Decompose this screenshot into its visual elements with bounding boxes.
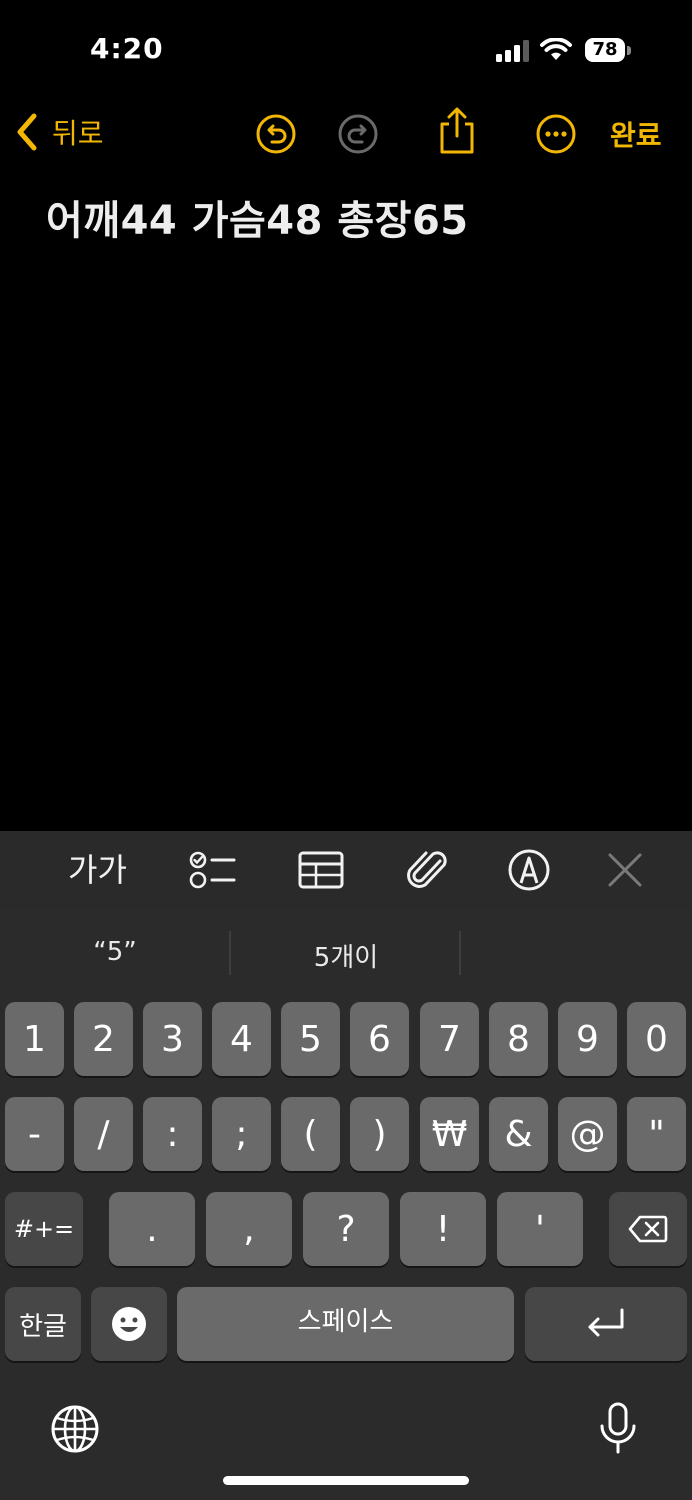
note-body-text[interactable]: 어깨44 가슴48 총장65 xyxy=(46,188,469,246)
key-slash[interactable]: / xyxy=(74,1097,133,1171)
key-at[interactable]: @ xyxy=(558,1097,617,1171)
key-apostrophe[interactable]: ' xyxy=(497,1192,583,1266)
emoji-key[interactable] xyxy=(91,1287,167,1361)
attachment-icon[interactable] xyxy=(404,847,450,893)
key-0[interactable]: 0 xyxy=(627,1002,686,1076)
more-icon[interactable] xyxy=(534,112,578,156)
backspace-key[interactable] xyxy=(609,1192,687,1266)
done-button[interactable]: 완료 xyxy=(610,114,662,154)
key-5[interactable]: 5 xyxy=(281,1002,340,1076)
prediction-2[interactable]: 5개이 xyxy=(231,937,461,974)
emoji-icon xyxy=(112,1307,146,1341)
key-comma[interactable]: , xyxy=(206,1192,292,1266)
backspace-icon xyxy=(628,1215,668,1243)
key-3[interactable]: 3 xyxy=(143,1002,202,1076)
key-colon[interactable]: : xyxy=(143,1097,202,1171)
language-key[interactable]: 한글 xyxy=(5,1287,81,1361)
key-symbols-toggle[interactable]: #+= xyxy=(5,1192,83,1266)
key-period[interactable]: . xyxy=(109,1192,195,1266)
back-label: 뒤로 xyxy=(52,117,104,150)
redo-icon[interactable] xyxy=(336,112,380,156)
back-button[interactable]: 뒤로 xyxy=(14,112,104,152)
return-key[interactable] xyxy=(525,1287,687,1361)
table-icon[interactable] xyxy=(298,847,344,893)
key-quote[interactable]: " xyxy=(627,1097,686,1171)
return-icon xyxy=(588,1308,624,1337)
microphone-icon[interactable] xyxy=(598,1402,638,1456)
close-icon[interactable] xyxy=(604,847,646,893)
checklist-icon[interactable] xyxy=(188,847,236,893)
key-exclamation[interactable]: ! xyxy=(400,1192,486,1266)
key-close-paren[interactable]: ) xyxy=(350,1097,409,1171)
key-won[interactable]: ₩ xyxy=(420,1097,479,1171)
key-ampersand[interactable]: & xyxy=(489,1097,548,1171)
key-question[interactable]: ? xyxy=(303,1192,389,1266)
key-2[interactable]: 2 xyxy=(74,1002,133,1076)
battery-percent: 78 xyxy=(592,39,618,60)
key-1[interactable]: 1 xyxy=(5,1002,64,1076)
key-hyphen[interactable]: - xyxy=(5,1097,64,1171)
battery-icon: 78 xyxy=(585,38,633,64)
wifi-icon xyxy=(540,38,572,60)
space-key[interactable]: 스페이스 xyxy=(177,1287,514,1361)
keyboard-toolbar: 가가 xyxy=(0,831,692,909)
cellular-signal-icon xyxy=(496,40,529,62)
prediction-bar: “5” 5개이 xyxy=(0,909,692,999)
home-indicator xyxy=(223,1476,469,1485)
key-8[interactable]: 8 xyxy=(489,1002,548,1076)
keyboard: “5” 5개이 1 2 3 4 5 6 7 8 9 0 - / : ; ( ) … xyxy=(0,909,692,1500)
globe-icon[interactable] xyxy=(50,1404,100,1454)
key-9[interactable]: 9 xyxy=(558,1002,617,1076)
key-4[interactable]: 4 xyxy=(212,1002,271,1076)
markup-icon[interactable] xyxy=(506,847,552,893)
undo-icon[interactable] xyxy=(254,112,298,156)
prediction-1[interactable]: “5” xyxy=(0,937,230,967)
key-6[interactable]: 6 xyxy=(350,1002,409,1076)
chevron-left-icon xyxy=(17,113,37,151)
text-format-button[interactable]: 가가 xyxy=(68,847,127,893)
share-icon[interactable] xyxy=(436,106,478,156)
key-semicolon[interactable]: ; xyxy=(212,1097,271,1171)
key-7[interactable]: 7 xyxy=(420,1002,479,1076)
key-open-paren[interactable]: ( xyxy=(281,1097,340,1171)
status-time: 4:20 xyxy=(90,32,164,65)
